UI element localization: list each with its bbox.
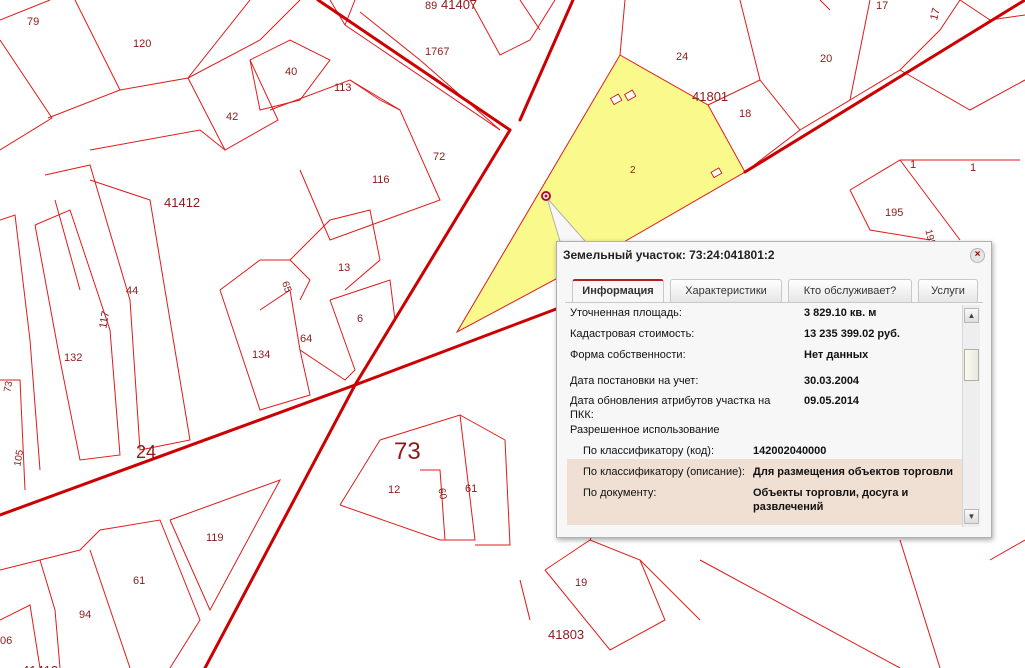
plot-label: 60: [435, 487, 448, 500]
block-label: 41407: [441, 0, 477, 12]
plot-label: 2: [630, 165, 636, 176]
block-label: 41803: [548, 627, 584, 642]
plot-label: 40: [285, 66, 297, 78]
plot-label: 61: [465, 483, 477, 495]
scroll-down-button[interactable]: ▼: [964, 509, 979, 524]
plot-label: 18: [739, 108, 751, 120]
classifier-code-label: По классификатору (код):: [583, 445, 715, 457]
info-content: Уточненная площадь: 3 829.10 кв. м Кадас…: [567, 305, 963, 527]
plot-label: 17: [928, 7, 943, 22]
permitted-use-label: Разрешенное использование: [570, 424, 720, 436]
update-value: 09.05.2014: [804, 395, 860, 407]
content-scrollbar[interactable]: ▲ ▼: [962, 305, 980, 527]
plot-label: 116: [372, 174, 390, 186]
plot-label: 1767: [425, 46, 449, 58]
block-label: 41412: [164, 195, 200, 210]
area-label: Уточненная площадь:: [570, 307, 682, 319]
plot-label: 94: [79, 609, 91, 621]
plot-label: 89: [425, 0, 437, 12]
tab-underline: [565, 302, 983, 303]
classifier-desc-label: По классификатору (описание):: [583, 466, 745, 478]
scroll-thumb[interactable]: [964, 349, 979, 381]
registration-label: Дата постановки на учет:: [570, 375, 699, 387]
plot-label: 64: [300, 333, 312, 345]
area-value: 3 829.10 кв. м: [804, 307, 877, 319]
plot-label: 12: [388, 484, 400, 496]
plot-label: 113: [334, 82, 352, 94]
plot-label: 120: [133, 38, 151, 50]
close-icon[interactable]: ×: [970, 248, 985, 263]
plot-label: 1: [970, 162, 976, 174]
plot-label: 132: [64, 352, 82, 364]
plot-label: 24: [676, 51, 688, 63]
tab-services[interactable]: Услуги: [918, 279, 978, 302]
update-label: Дата обновления атрибутов участка на: [570, 395, 771, 407]
plot-label: 61: [133, 575, 145, 587]
plot-label: 06: [0, 635, 12, 647]
block-label: 41801: [692, 89, 728, 104]
document-value-cont: развлечений: [753, 501, 824, 513]
tab-info[interactable]: Информация: [572, 279, 664, 303]
document-label: По документу:: [583, 487, 657, 499]
tab-characteristics[interactable]: Характеристики: [670, 279, 782, 302]
street-label: 24: [136, 442, 156, 462]
plot-label: 117: [97, 310, 112, 329]
plot-label: 44: [126, 285, 138, 297]
block-label: 41412: [22, 663, 58, 668]
cost-value: 13 235 399.02 руб.: [804, 328, 900, 340]
plot-label: 1: [910, 159, 916, 171]
plot-label: 42: [226, 111, 238, 123]
update-label-cont: ПКК:: [570, 409, 594, 421]
registration-value: 30.03.2004: [804, 375, 860, 387]
plot-label: 134: [252, 349, 270, 361]
plot-label: 72: [433, 151, 445, 163]
classifier-code-value: 142002040000: [753, 445, 827, 457]
district-label: 73: [394, 438, 421, 465]
ownership-value: Нет данных: [804, 349, 869, 361]
location-marker-dot: [544, 194, 548, 198]
plot-label: 119: [206, 532, 224, 544]
plot-label: 17: [876, 0, 888, 12]
plot-label: 13: [338, 262, 350, 274]
popup-title: Земельный участок: 73:24:041801:2: [563, 248, 775, 262]
plot-label: 195: [885, 207, 903, 219]
plot-label: 73: [2, 380, 15, 393]
plot-info-popup: Земельный участок: 73:24:041801:2 × Инфо…: [556, 241, 992, 538]
classifier-desc-value: Для размещения объектов торговли: [753, 466, 953, 478]
plot-label: 20: [820, 53, 832, 65]
plot-label: 79: [27, 16, 39, 28]
document-value: Объекты торговли, досуга и: [753, 487, 909, 499]
tab-who-serves[interactable]: Кто обслуживает?: [788, 279, 912, 302]
cost-label: Кадастровая стоимость:: [570, 328, 695, 340]
plot-label: 19: [575, 577, 587, 589]
plot-label: 6: [357, 313, 363, 325]
plot-label: 65: [279, 280, 293, 295]
scroll-up-button[interactable]: ▲: [964, 308, 979, 323]
ownership-label: Форма собственности:: [570, 349, 686, 361]
